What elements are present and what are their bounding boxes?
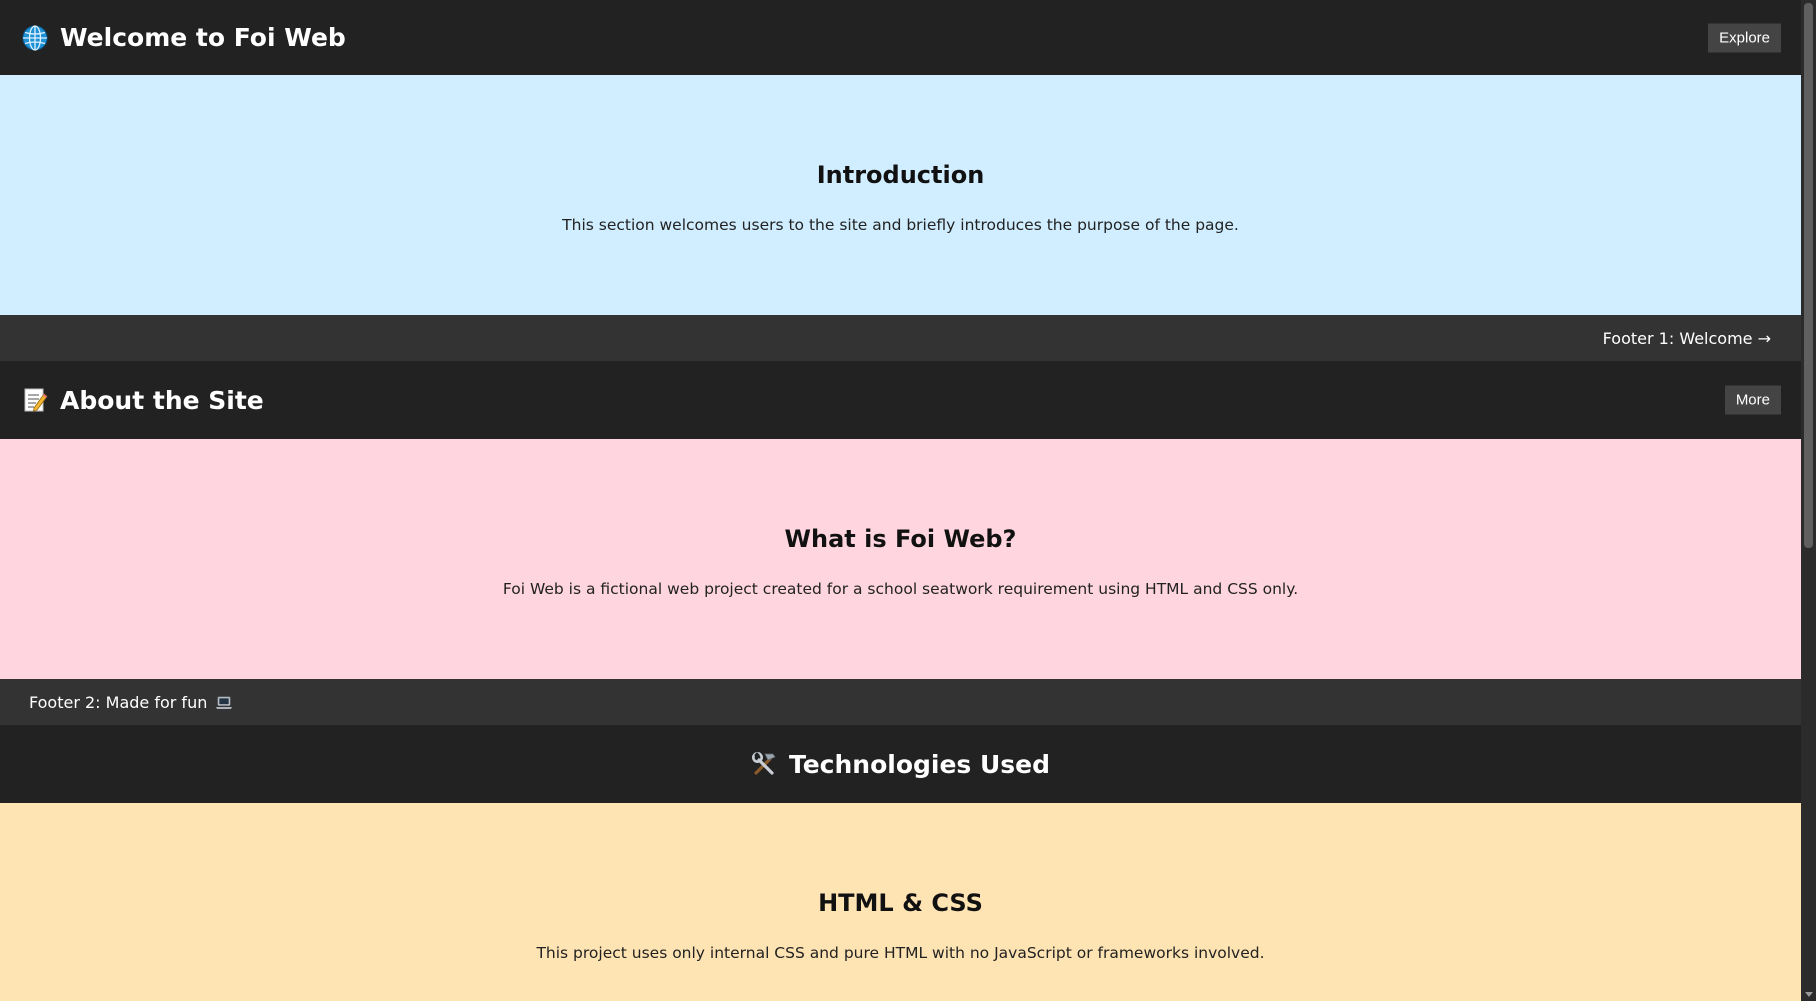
section-introduction: Introduction This section welcomes users… xyxy=(0,75,1801,315)
tools-icon xyxy=(751,751,777,777)
section-html-css-heading: HTML & CSS xyxy=(818,889,983,917)
section-html-css: HTML & CSS This project uses only intern… xyxy=(0,803,1801,1001)
header-about-title: About the Site xyxy=(60,385,264,415)
more-button[interactable]: More xyxy=(1724,385,1781,415)
laptop-icon xyxy=(215,695,233,709)
header-welcome-title-wrap: Welcome to Foi Web xyxy=(22,23,346,52)
memo-icon xyxy=(22,387,48,413)
section-what-is-foi-web-text: Foi Web is a fictional web project creat… xyxy=(502,580,1299,598)
section-introduction-text: This section welcomes users to the site … xyxy=(562,216,1239,234)
header-welcome-title: Welcome to Foi Web xyxy=(60,23,346,52)
page: Welcome to Foi Web Explore Introduction … xyxy=(0,0,1801,1001)
header-technologies-title: Technologies Used xyxy=(788,749,1051,779)
header-about: About the Site More xyxy=(0,361,1801,439)
footer-welcome-text: Footer 1: Welcome → xyxy=(1602,328,1771,348)
scroll-down-arrow-icon[interactable] xyxy=(1805,992,1813,997)
section-html-css-text: This project uses only internal CSS and … xyxy=(536,944,1265,962)
section-what-is-foi-web-heading: What is Foi Web? xyxy=(784,525,1017,553)
globe-icon xyxy=(22,24,48,51)
header-technologies-title-wrap: Technologies Used xyxy=(751,750,1050,779)
scrollbar-thumb[interactable] xyxy=(1804,3,1813,548)
header-about-title-wrap: About the Site xyxy=(22,386,264,415)
explore-button[interactable]: Explore xyxy=(1708,23,1781,52)
footer-made-for-fun: Footer 2: Made for fun xyxy=(0,679,1801,725)
footer-welcome: Footer 1: Welcome → xyxy=(0,315,1801,361)
footer-made-for-fun-text: Footer 2: Made for fun xyxy=(29,692,208,712)
header-technologies: Technologies Used xyxy=(0,725,1801,803)
header-welcome: Welcome to Foi Web Explore xyxy=(0,0,1801,75)
section-introduction-heading: Introduction xyxy=(816,161,985,189)
vertical-scrollbar[interactable] xyxy=(1801,0,1816,1001)
section-what-is-foi-web: What is Foi Web? Foi Web is a fictional … xyxy=(0,439,1801,679)
